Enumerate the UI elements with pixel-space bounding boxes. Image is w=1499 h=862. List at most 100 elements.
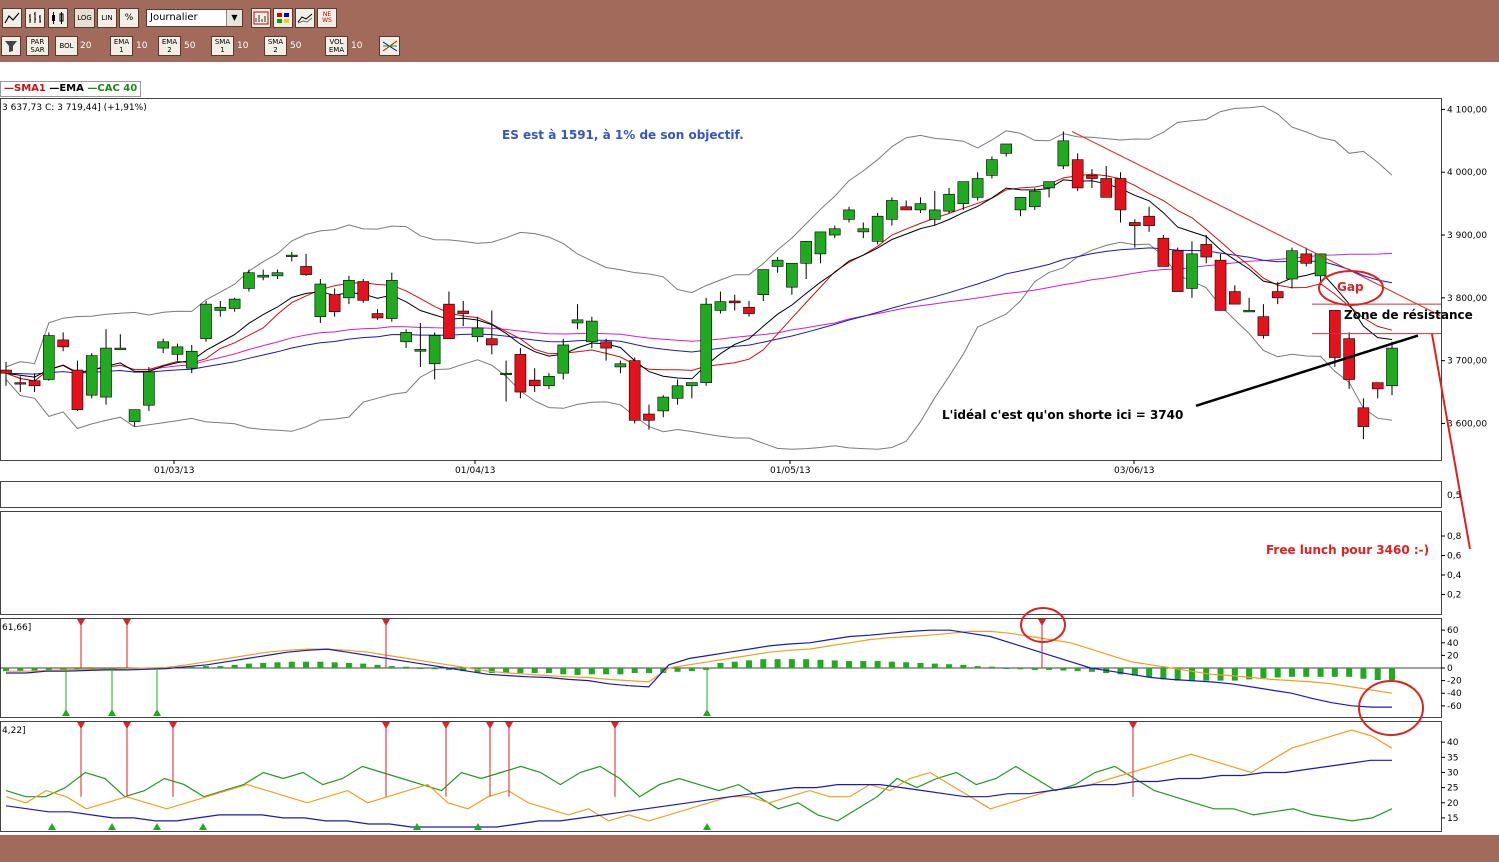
candle-body	[300, 266, 312, 275]
chart-canvas[interactable]: 4 100,00 4 000,00 3 900,00 3 800,00 3 700,00…	[0, 62, 1499, 835]
bol-param[interactable]: 20	[80, 36, 100, 56]
candle-body	[200, 303, 212, 339]
macd-histogram-bar	[1346, 668, 1353, 677]
palette-icon[interactable]	[273, 8, 293, 28]
macd-histogram-bar	[1231, 668, 1238, 681]
candle-body	[928, 209, 941, 220]
ema1-button[interactable]: EMA 1	[110, 36, 133, 56]
bar-chart-icon[interactable]	[25, 8, 45, 28]
sma2-param[interactable]: 50	[290, 36, 310, 56]
y-tick-label: 35	[1447, 753, 1458, 763]
candle-body	[614, 363, 627, 368]
y-tick-label: 0,2	[1447, 591, 1461, 601]
macd-histogram-bar	[1146, 668, 1153, 678]
macd-histogram-bar	[846, 661, 853, 668]
candle-body	[171, 346, 184, 355]
macd-histogram-bar	[1060, 668, 1067, 671]
candle-body	[957, 181, 970, 204]
candle-body	[1300, 253, 1313, 264]
period-select[interactable]: Journalier ▼	[146, 9, 243, 27]
x-tick-label: 01/05/13	[770, 466, 810, 476]
candle-body	[557, 344, 570, 374]
macd-histogram-bar	[1046, 668, 1053, 670]
sma2-button[interactable]: SMA 2	[264, 36, 287, 56]
sma1-param[interactable]: 10	[237, 36, 257, 56]
compare-chart-icon[interactable]	[295, 8, 315, 28]
candle-body	[1271, 291, 1284, 299]
percent-button[interactable]: %	[119, 8, 139, 28]
candle-body	[428, 335, 441, 365]
candle-body	[543, 376, 555, 387]
gap-label: Gap	[1337, 280, 1364, 294]
macd-histogram-bar	[403, 666, 410, 668]
y-tick-label: 3 800,00	[1447, 294, 1487, 304]
x-tick-label: 01/03/13	[154, 466, 194, 476]
macd-histogram-bar	[731, 661, 738, 668]
y-tick-label: 0,4	[1447, 571, 1462, 581]
macd-histogram-bar	[1031, 668, 1038, 670]
candle-body	[43, 335, 55, 380]
macd-histogram-bar	[1303, 668, 1310, 677]
log-button[interactable]: LOG	[74, 8, 95, 28]
candle-body	[385, 279, 398, 319]
ema2-button[interactable]: EMA 2	[158, 36, 181, 56]
candle-body	[1357, 407, 1370, 427]
news-button[interactable]: NE WS	[317, 8, 337, 28]
indicator-chart-icon[interactable]	[251, 8, 271, 28]
macd-histogram-bar	[1188, 668, 1195, 681]
candle-body	[257, 274, 269, 278]
macd-histogram-bar	[988, 666, 995, 668]
volema-button[interactable]: VOL EMA	[325, 36, 348, 56]
line-chart-icon[interactable]	[2, 8, 22, 28]
toolbar-indicators: PAR SAR BOL 20 EMA 1 10 EMA 2 50 SMA 1 1…	[0, 34, 1499, 60]
macd-histogram-bar	[774, 659, 781, 668]
crossover-icon[interactable]	[379, 36, 400, 56]
macd-histogram-bar	[1288, 668, 1295, 677]
candle-body	[357, 281, 370, 301]
macd-histogram-bar	[388, 666, 395, 668]
y-tick-label: 3 900,00	[1447, 231, 1487, 241]
parsar-button[interactable]: PAR SAR	[26, 36, 49, 56]
candle-body	[571, 319, 584, 324]
candle-body	[886, 200, 898, 220]
lin-button[interactable]: LIN	[97, 8, 117, 28]
free-lunch-note: Free lunch pour 3460 :-)	[1266, 543, 1429, 557]
macd-histogram-bar	[1389, 668, 1395, 680]
candle-body	[1171, 250, 1184, 292]
candle-body	[528, 379, 541, 387]
candle-body	[771, 259, 784, 267]
candle-body	[285, 254, 298, 257]
candle-body	[1000, 143, 1013, 154]
candle-body	[0, 369, 12, 374]
volema-param[interactable]: 10	[351, 36, 371, 56]
chevron-down-icon[interactable]: ▼	[226, 10, 242, 26]
sma1-button[interactable]: SMA 1	[211, 36, 234, 56]
candle-body	[1071, 159, 1084, 189]
y-tick-label: 20	[1447, 651, 1459, 661]
candle-body	[814, 231, 827, 255]
macd-histogram-bar	[831, 660, 838, 668]
candlestick-icon[interactable]	[48, 8, 68, 28]
candle-body	[828, 228, 841, 236]
candle-body	[414, 349, 427, 352]
ema2-param[interactable]: 50	[184, 36, 204, 56]
legend-sma1: SMA1	[14, 83, 46, 94]
macd-histogram-bar	[345, 662, 352, 668]
macd-histogram-bar	[517, 668, 524, 674]
macd-histogram-bar	[288, 661, 295, 668]
y-tick-label: 0	[1447, 664, 1453, 674]
candle-body	[1129, 222, 1141, 226]
bol-button[interactable]: BOL	[55, 36, 78, 56]
macd-histogram-bar	[974, 666, 981, 668]
candle-body	[1186, 253, 1198, 289]
macd-histogram-bar	[574, 668, 581, 675]
candle-body	[14, 382, 27, 385]
macd-histogram-bar	[531, 668, 538, 674]
ema1-param[interactable]: 10	[136, 36, 156, 56]
candle-body	[128, 409, 141, 422]
candle-body	[1257, 316, 1270, 336]
macd-histogram-bar	[1260, 668, 1267, 679]
candle-body	[971, 178, 984, 198]
candle-body	[28, 380, 41, 387]
filter-icon[interactable]	[1, 36, 21, 56]
